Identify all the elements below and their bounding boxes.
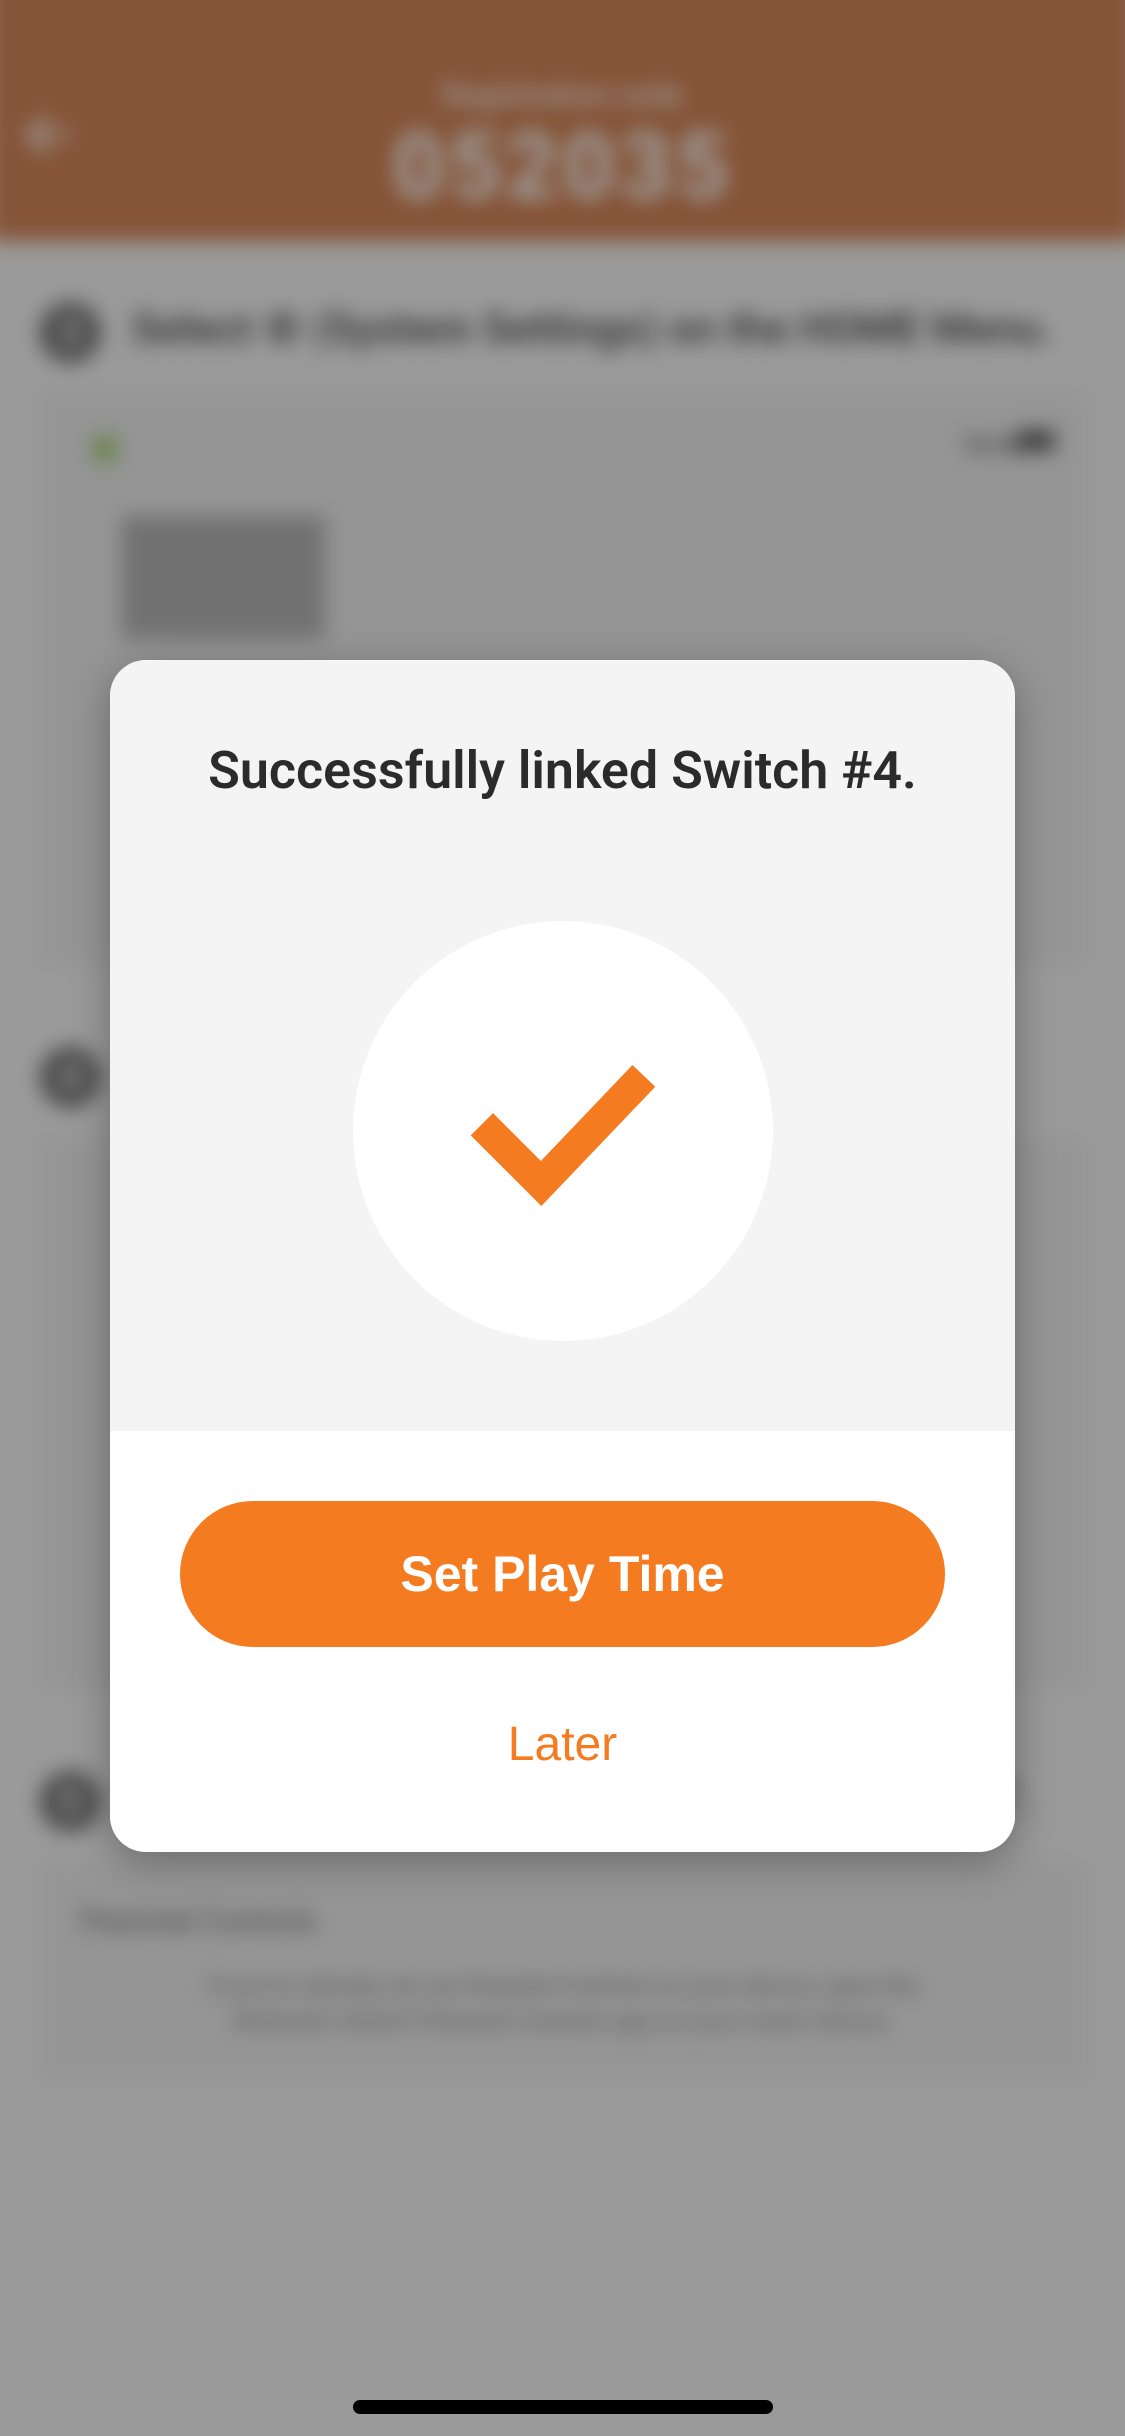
later-button[interactable]: Later: [468, 1697, 657, 1792]
modal-top-section: Successfully linked Switch #4.: [110, 660, 1015, 1431]
modal-bottom-section: Set Play Time Later: [110, 1431, 1015, 1852]
modal-title: Successfully linked Switch #4.: [160, 740, 965, 801]
checkmark-icon: [458, 1026, 668, 1236]
success-modal: Successfully linked Switch #4. Set Play …: [110, 660, 1015, 1852]
home-indicator: [353, 2400, 773, 2414]
set-play-time-button[interactable]: Set Play Time: [180, 1501, 945, 1647]
success-check-circle: [353, 921, 773, 1341]
